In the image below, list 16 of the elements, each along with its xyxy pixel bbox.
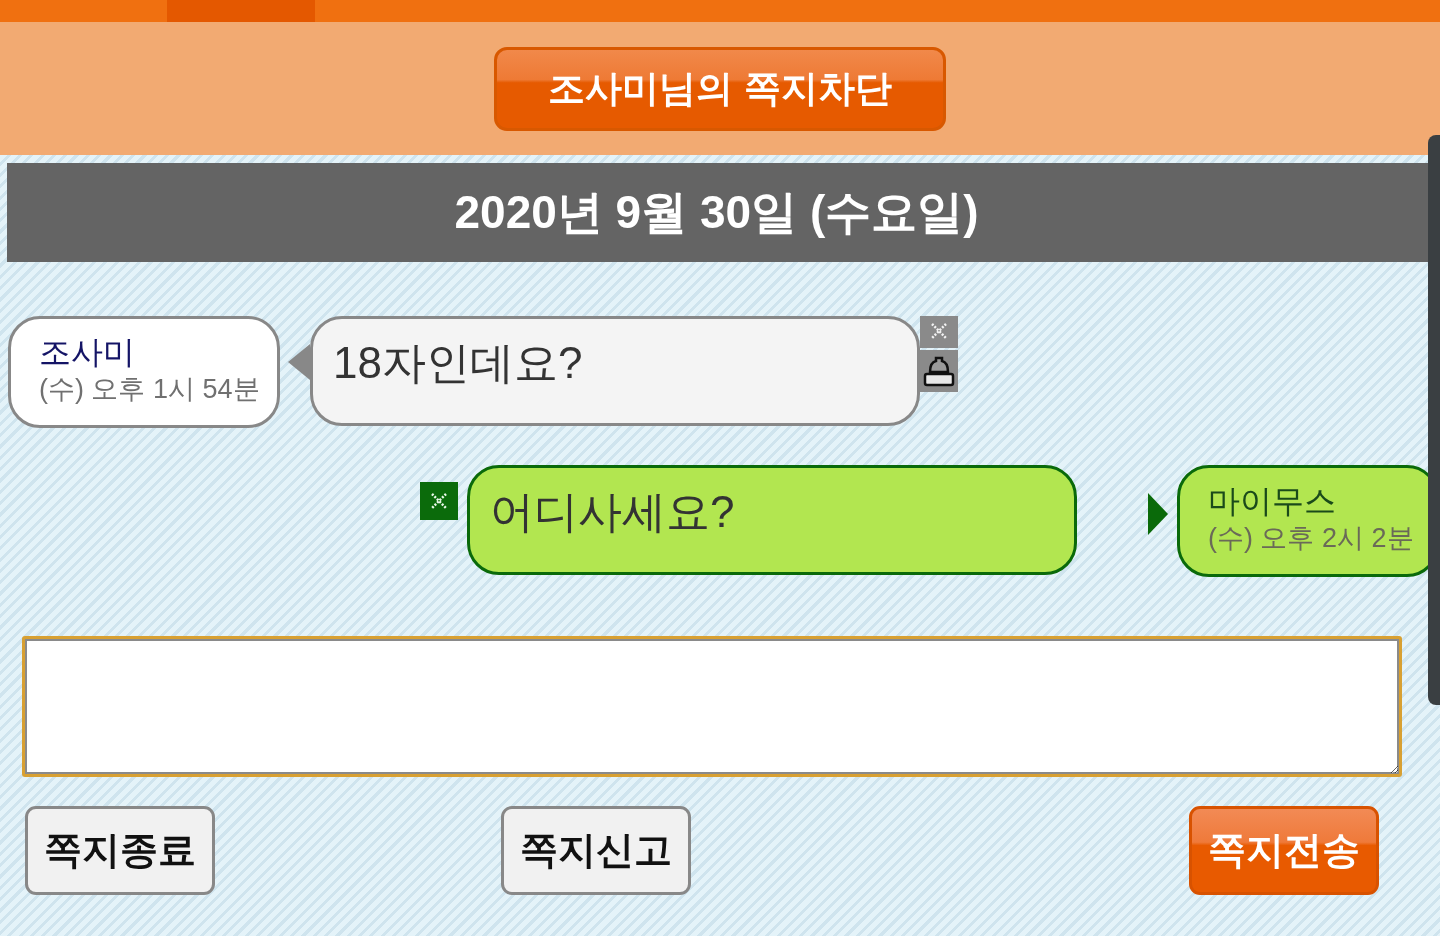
message-bubble: 18자인데요? <box>310 316 920 426</box>
action-button[interactable]: 쪽지전송 <box>1189 806 1379 895</box>
action-button[interactable]: 쪽지종료 <box>25 806 215 895</box>
message-bubble: 어디사세요? <box>467 465 1077 575</box>
message-time: (수) 오후 1시 54분 <box>39 373 260 406</box>
stamp-icon[interactable] <box>920 350 958 392</box>
pointer-icon <box>288 344 310 380</box>
sender-name: 마이무스 <box>1208 483 1336 520</box>
close-icon[interactable] <box>420 482 458 520</box>
scrollbar[interactable] <box>1428 135 1440 705</box>
pointer-icon <box>1148 493 1168 535</box>
message-input[interactable] <box>22 636 1402 777</box>
block-button[interactable]: 조사미님의 쪽지차단 <box>494 46 946 131</box>
action-button[interactable]: 쪽지신고 <box>501 806 691 895</box>
sender-name: 조사미 <box>39 334 135 371</box>
message-time: (수) 오후 2시 2분 <box>1208 522 1414 555</box>
